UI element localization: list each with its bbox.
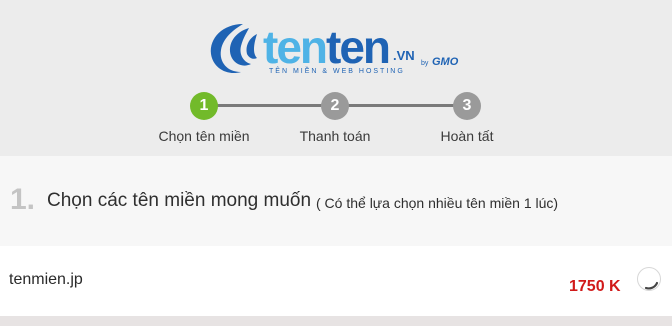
step-connector <box>204 104 335 107</box>
step-connector <box>335 104 467 107</box>
logo-wordmark: tenten <box>263 21 391 73</box>
logo-by: by <box>421 60 429 67</box>
logo-tld: .VN <box>393 48 415 63</box>
logo-tagline: TÊN MIỀN & WEB HOSTING <box>269 68 405 75</box>
step-3-circle: 3 <box>453 92 481 120</box>
tenten-swirl-icon <box>210 24 257 74</box>
step-2-circle: 2 <box>321 92 349 120</box>
header: tenten .VN by GMO TÊN MIỀN & WEB HOSTING… <box>0 0 672 156</box>
section-number: 1. <box>10 183 36 216</box>
section-note: ( Có thể lựa chọn nhiều tên miền 1 lúc) <box>316 195 559 211</box>
step-1-label: Chọn tên miền <box>158 128 250 144</box>
loading-spinner-icon[interactable] <box>637 267 661 291</box>
next-row-edge <box>0 316 672 326</box>
section-title: Chọn các tên miền mong muốn <box>47 190 312 211</box>
logo-gmo: GMO <box>432 56 459 68</box>
step-2-label: Thanh toán <box>299 128 371 144</box>
domain-name: tenmien.jp <box>9 271 83 288</box>
step-1-circle: 1 <box>190 92 218 120</box>
tenten-logo[interactable]: tenten .VN by GMO TÊN MIỀN & WEB HOSTING <box>203 18 473 80</box>
spinner-arc-icon <box>644 281 659 290</box>
step-3-label: Hoàn tất <box>440 128 494 144</box>
domain-section-header: 1. Chọn các tên miền mong muốn ( Có thể … <box>0 156 672 246</box>
domain-price: 1750 K <box>569 278 621 295</box>
domain-row[interactable]: tenmien.jp 1750 K <box>0 246 672 316</box>
